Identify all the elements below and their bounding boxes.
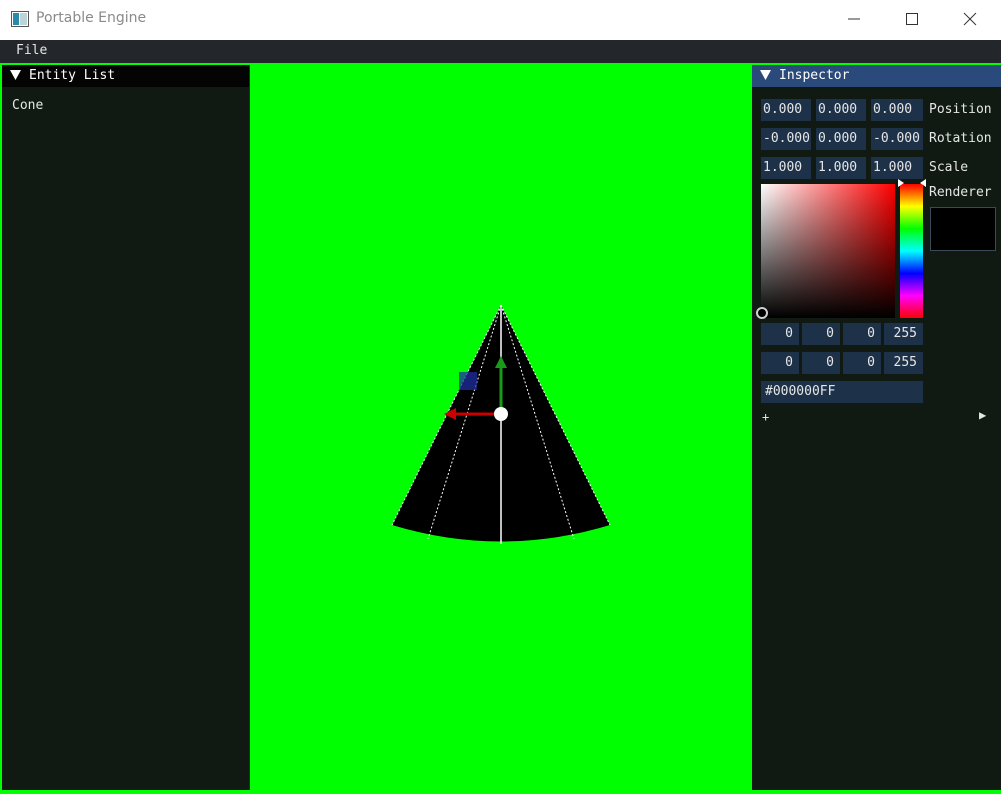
position-x-field[interactable]: 0.000 — [761, 99, 811, 121]
menu-bar: File — [0, 40, 1001, 63]
close-button[interactable] — [942, 0, 1000, 40]
inspector-panel: Inspector 0.000 0.000 0.000 Position -0.… — [752, 65, 1001, 790]
maximize-icon — [906, 13, 918, 25]
scene-canvas — [391, 304, 611, 544]
color-b-field-2[interactable]: 0 — [843, 352, 881, 374]
scale-label: Scale — [929, 160, 969, 175]
menu-file[interactable]: File — [16, 43, 47, 58]
minimize-icon — [848, 18, 860, 20]
color-saturation-value-picker[interactable] — [761, 184, 895, 318]
close-icon — [963, 12, 977, 26]
color-r-field-2[interactable]: 0 — [761, 352, 799, 374]
position-z-field[interactable]: 0.000 — [871, 99, 923, 121]
window-title: Portable Engine — [36, 10, 147, 26]
inspector-title: Inspector — [779, 68, 850, 83]
color-swatch[interactable] — [930, 207, 996, 251]
inspector-header[interactable]: Inspector — [752, 65, 1001, 87]
collapse-triangle-icon — [760, 70, 771, 80]
color-hue-slider[interactable] — [900, 184, 923, 318]
color-b-field[interactable]: 0 — [843, 323, 881, 345]
color-g-field-2[interactable]: 0 — [802, 352, 840, 374]
entity-list-panel: Entity List Cone — [2, 65, 250, 790]
rotation-x-field[interactable]: -0.000 — [761, 128, 811, 150]
play-icon[interactable]: ▶ — [979, 408, 986, 422]
gizmo-z-handle[interactable] — [459, 372, 477, 390]
color-picker-cursor[interactable] — [756, 307, 768, 319]
rotation-label: Rotation — [929, 131, 992, 146]
hue-slider-marker-icon — [898, 179, 926, 187]
entity-item-cone[interactable]: Cone — [12, 98, 43, 113]
renderer-label: Renderer — [929, 185, 992, 200]
position-label: Position — [929, 102, 992, 117]
scale-y-field[interactable]: 1.000 — [816, 157, 866, 179]
color-hex-field[interactable]: #000000FF — [761, 381, 923, 403]
scene-viewport[interactable] — [250, 63, 752, 790]
rotation-z-field[interactable]: -0.000 — [871, 128, 923, 150]
entity-list-header[interactable]: Entity List — [2, 65, 249, 87]
gizmo-center[interactable] — [494, 407, 508, 421]
position-y-field[interactable]: 0.000 — [816, 99, 866, 121]
title-bar: Portable Engine — [0, 0, 1001, 41]
color-r-field[interactable]: 0 — [761, 323, 799, 345]
rotation-y-field[interactable]: 0.000 — [816, 128, 866, 150]
cone-mesh — [391, 304, 611, 544]
color-a-field[interactable]: 255 — [884, 323, 923, 345]
scale-z-field[interactable]: 1.000 — [871, 157, 923, 179]
scale-x-field[interactable]: 1.000 — [761, 157, 811, 179]
maximize-button[interactable] — [884, 0, 942, 40]
color-g-field[interactable]: 0 — [802, 323, 840, 345]
entity-list-title: Entity List — [29, 68, 116, 83]
add-component-button[interactable]: + — [762, 410, 769, 424]
app-icon — [11, 11, 29, 27]
minimize-button[interactable] — [826, 0, 884, 40]
color-a-field-2[interactable]: 255 — [884, 352, 923, 374]
collapse-triangle-icon — [10, 70, 21, 80]
